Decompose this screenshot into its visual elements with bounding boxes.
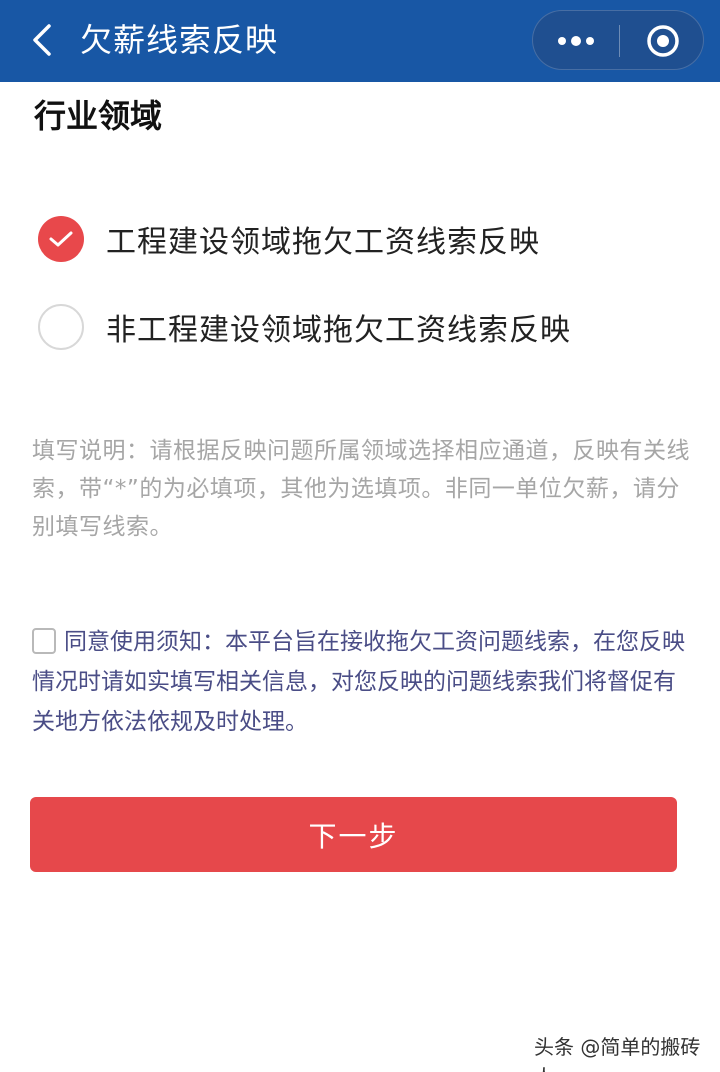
back-button[interactable] [22, 18, 62, 62]
section-title: 行业领域 [34, 97, 163, 135]
radio-option-construction[interactable]: 工程建设领域拖欠工资线索反映 [38, 215, 678, 263]
next-step-button[interactable]: 下一步 [30, 797, 677, 872]
radio-unchecked-icon [38, 304, 84, 350]
more-button[interactable] [533, 11, 619, 71]
close-button[interactable] [620, 11, 705, 71]
nav-header: 欠薪线索反映 [0, 0, 720, 82]
radio-option-label: 非工程建设领域拖欠工资线索反映 [106, 313, 571, 348]
chevron-left-icon [33, 24, 51, 56]
agreement-checkbox[interactable] [32, 628, 56, 654]
agreement: 同意使用须知：本平台旨在接收拖欠工资问题线索，在您反映情况时请如实填写相关信息，… [32, 622, 692, 742]
page: 欠薪线索反映 行业领域 工程建设领域拖欠工资线索反映 非工程建设领域拖欠工资线索… [0, 0, 720, 1072]
radio-option-non-construction[interactable]: 非工程建设领域拖欠工资线索反映 [38, 303, 678, 351]
radio-checked-icon [38, 216, 84, 262]
agreement-text[interactable]: 同意使用须知：本平台旨在接收拖欠工资问题线索，在您反映情况时请如实填写相关信息，… [32, 629, 685, 735]
watermark: 头条 @简单的搬砖人 [534, 1035, 701, 1072]
radio-option-label: 工程建设领域拖欠工资线索反映 [106, 225, 540, 260]
mini-program-capsule [532, 10, 704, 70]
instruction-text: 填写说明：请根据反映问题所属领域选择相应通道，反映有关线索，带“*”的为必填项，… [32, 438, 690, 540]
target-circle-icon [646, 25, 679, 57]
page-title: 欠薪线索反映 [80, 21, 279, 59]
more-dots-icon [558, 36, 594, 46]
